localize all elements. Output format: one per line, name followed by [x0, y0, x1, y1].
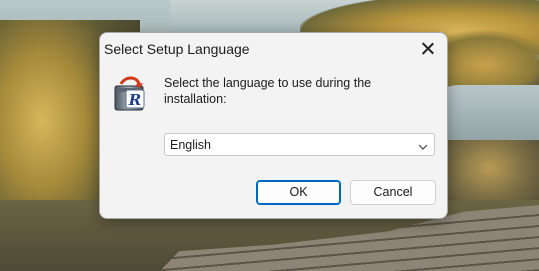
- language-dropdown[interactable]: English: [164, 133, 435, 156]
- language-selected-value: English: [170, 138, 211, 152]
- dialog-title: Select Setup Language: [104, 41, 250, 57]
- setup-installer-icon: R: [111, 74, 151, 114]
- language-prompt: Select the language to use during the in…: [164, 76, 372, 106]
- dialog-titlebar[interactable]: Select Setup Language: [100, 33, 447, 65]
- setup-language-dialog: Select Setup Language R Select the langu…: [99, 32, 448, 219]
- cancel-button[interactable]: Cancel: [350, 180, 436, 205]
- ok-button[interactable]: OK: [256, 180, 341, 205]
- svg-text:R: R: [128, 91, 141, 109]
- close-button[interactable]: [417, 39, 439, 59]
- chevron-down-icon: [418, 139, 428, 150]
